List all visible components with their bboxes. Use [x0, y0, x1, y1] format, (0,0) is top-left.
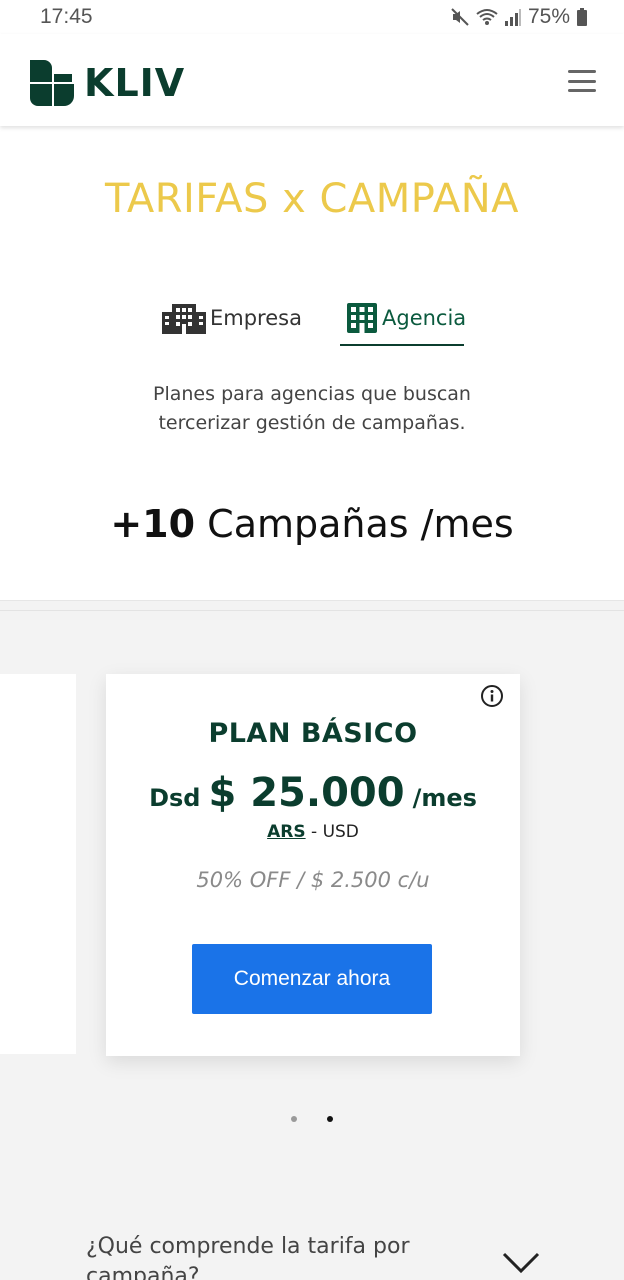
plans-description-line-1: Planes para agencias que buscan: [153, 383, 471, 405]
wifi-icon: [476, 9, 498, 25]
status-icons: 75%: [450, 5, 588, 29]
menu-line: [568, 89, 596, 92]
plan-price: Dsd $ 25.000 /mes: [106, 770, 520, 816]
currency-toggle: ARS - USD: [106, 822, 520, 842]
chevron-down-icon[interactable]: [502, 1252, 540, 1274]
brand-name: KLIV: [84, 61, 186, 105]
carousel-dot-1[interactable]: [291, 1116, 297, 1122]
page-title: TARIFAS x CAMPAÑA: [105, 176, 519, 222]
office-building-icon: [162, 304, 206, 334]
currency-separator: -: [305, 822, 323, 842]
price-amount: $ 25.000: [208, 770, 405, 816]
currency-usd-link[interactable]: USD: [323, 822, 359, 842]
price-suffix: /mes: [412, 784, 477, 812]
tab-agencia[interactable]: Agencia: [346, 292, 466, 344]
plan-type-tabs: Empresa Agencia: [0, 292, 624, 348]
price-prefix: Dsd: [149, 784, 201, 812]
battery-icon: [577, 8, 587, 26]
active-tab-indicator: [340, 344, 464, 346]
hamburger-menu-button[interactable]: [568, 70, 596, 92]
menu-line: [568, 70, 596, 73]
status-bar: 17:45 75%: [0, 0, 624, 34]
status-time: 17:45: [40, 5, 93, 28]
tab-empresa-label: Empresa: [210, 306, 302, 330]
tab-empresa[interactable]: Empresa: [162, 292, 302, 344]
previous-plan-card[interactable]: [0, 674, 76, 1054]
currency-ars-link[interactable]: ARS: [267, 822, 306, 842]
info-icon[interactable]: [480, 684, 504, 708]
mute-icon: [451, 8, 469, 26]
start-now-button[interactable]: Comenzar ahora: [192, 944, 432, 1014]
carousel-dot-2[interactable]: [327, 1116, 333, 1122]
plans-description: Planes para agencias que buscan terceriz…: [0, 380, 624, 438]
plan-card: PLAN BÁSICO Dsd $ 25.000 /mes ARS - USD …: [106, 674, 520, 1056]
plan-discount: 50% OFF / $ 2.500 c/u: [196, 868, 430, 892]
signal-icon: [504, 9, 521, 26]
faq-question: ¿Qué comprende la tarifa por campaña?: [86, 1234, 410, 1280]
tab-agencia-label: Agencia: [382, 306, 467, 330]
plans-description-line-2: tercerizar gestión de campañas.: [158, 412, 466, 434]
section-divider: [0, 610, 624, 611]
kliv-logo-icon: [30, 60, 74, 106]
plan-name: PLAN BÁSICO: [208, 718, 418, 749]
menu-line: [568, 79, 596, 83]
faq-accordion-item[interactable]: ¿Qué comprende la tarifa por campaña?: [0, 1230, 624, 1280]
app-header: KLIV: [0, 34, 624, 126]
campaign-count: +10: [110, 502, 196, 546]
agency-building-icon: [347, 303, 377, 333]
carousel-pagination: [0, 1116, 624, 1126]
campaign-volume-heading: +10 Campañas /mes: [0, 502, 624, 546]
battery-percent: 75%: [527, 5, 570, 28]
brand-logo[interactable]: KLIV: [28, 58, 185, 108]
campaign-label: Campañas /mes: [207, 502, 514, 546]
